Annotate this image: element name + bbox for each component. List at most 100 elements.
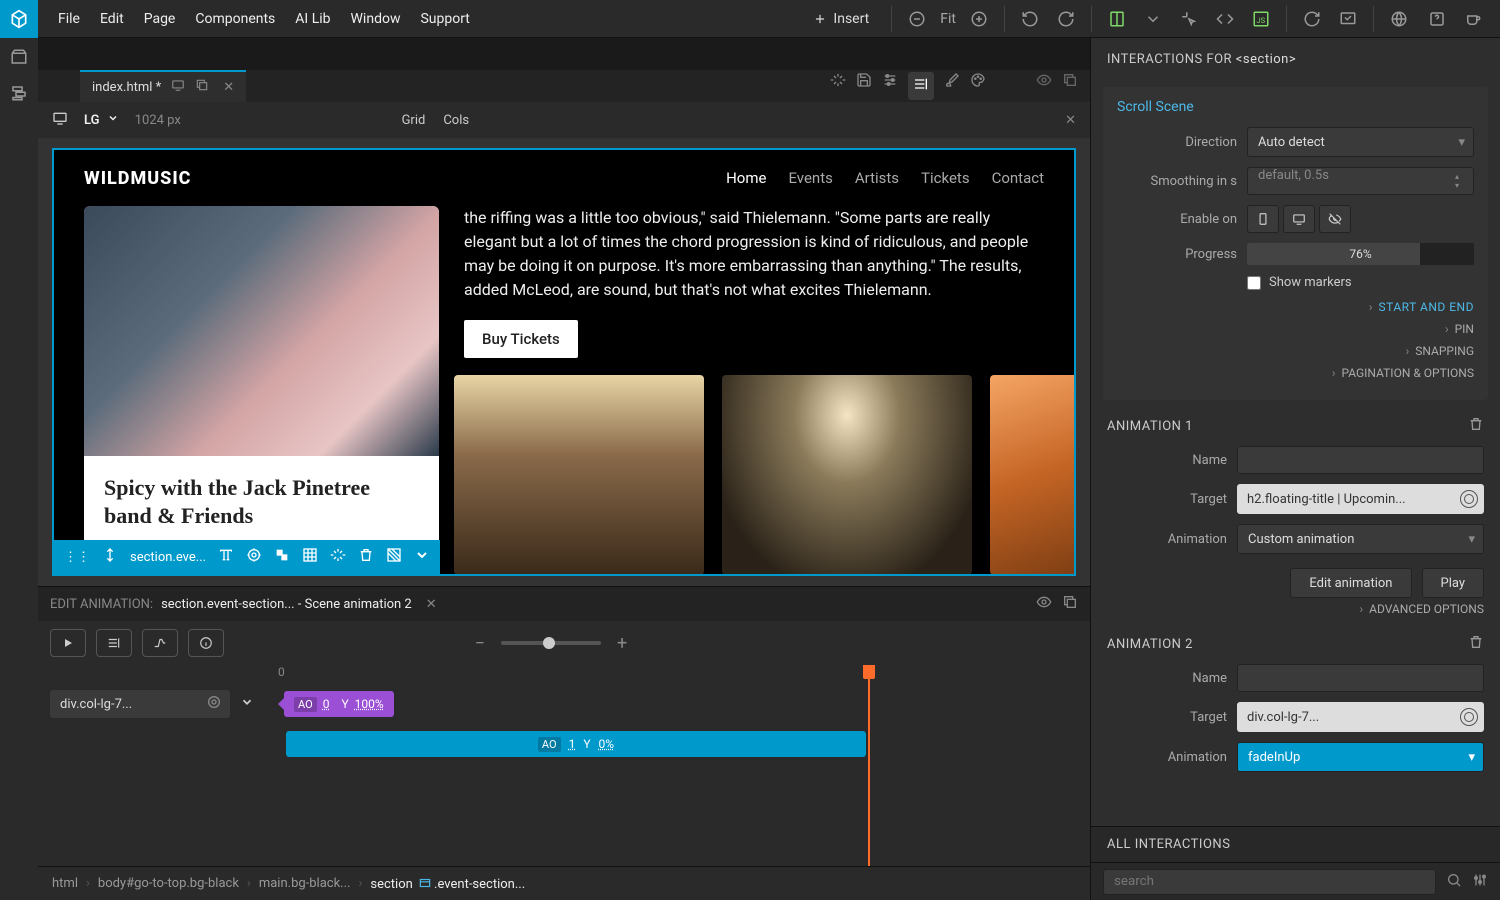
coffee-button[interactable] [1456,2,1490,36]
track-label[interactable]: div.col-lg-7... [50,690,230,718]
device-dropdown[interactable] [1136,2,1170,36]
tabrow-duplicate-icon[interactable] [1062,72,1078,100]
refresh-button[interactable] [1295,2,1329,36]
timeline[interactable]: 0 div.col-lg-7... AO 0 Y 100% [38,665,1090,866]
tabrow-sliders-icon[interactable] [882,72,898,100]
nav-events[interactable]: Events [788,169,832,187]
event-card[interactable]: Spicy with the Jack Pinetree band & Frie… [84,206,439,576]
redo-button[interactable] [1049,2,1083,36]
target-icon[interactable] [246,547,262,567]
anim1-animation-select[interactable]: Custom animation ▾ [1237,524,1484,554]
playhead[interactable] [868,665,870,866]
layers-icon[interactable] [10,84,28,106]
trash-icon[interactable] [358,547,374,567]
edit-animation-button[interactable]: Edit animation [1290,568,1411,598]
breakpoint-label[interactable]: LG [84,112,119,128]
nav-tickets[interactable]: Tickets [921,169,970,187]
fit-label[interactable]: Fit [936,11,960,27]
pattern-icon[interactable] [386,547,402,567]
scroll-scene-title[interactable]: Scroll Scene [1117,99,1474,115]
tabrow-palette-icon[interactable] [970,72,986,100]
smoothing-input[interactable]: default, 0.5s ▴▾ [1247,167,1474,195]
spark-icon[interactable] [330,547,346,567]
zoom-in-icon[interactable]: + [611,633,633,654]
thumb-2[interactable] [722,375,972,575]
menu-page[interactable]: Page [144,11,176,27]
tab-index[interactable]: index.html * ✕ [80,70,246,102]
anim1-trash-icon[interactable] [1468,416,1484,436]
tabrow-eye-icon[interactable] [1036,72,1052,100]
menu-support[interactable]: Support [420,11,469,27]
preview-button[interactable] [1331,2,1365,36]
tab-close-icon[interactable]: ✕ [223,80,234,95]
crumb-body[interactable]: body#go-to-top.bg-black [98,876,239,891]
zoom-slider[interactable] [501,641,601,645]
direction-select[interactable]: Auto detect ▾ [1247,127,1474,157]
enable-desktop-toggle[interactable] [1283,205,1315,233]
app-logo[interactable] [0,0,38,38]
easing-button[interactable] [142,629,178,657]
keyframe-span[interactable]: AO 1 Y 0% [286,731,866,757]
advanced-options-link[interactable]: ADVANCED OPTIONS [1369,602,1484,616]
buy-tickets-button[interactable]: Buy Tickets [464,320,578,358]
tab-device-icon[interactable] [171,78,185,96]
crumb-section[interactable]: section .event-section... [370,876,525,892]
tabrow-save-icon[interactable] [856,72,872,100]
keyframe-start[interactable]: AO 0 Y 100% [284,691,394,717]
zoom-out-icon[interactable]: − [469,633,491,654]
code-button[interactable] [1208,2,1242,36]
anim2-target-field[interactable]: div.col-lg-7... [1237,702,1484,732]
tab-clone-icon[interactable] [195,78,209,96]
js-button[interactable]: JS [1244,2,1278,36]
tabrow-timeline-icon[interactable] [908,72,934,100]
zoom-in-button[interactable] [962,2,996,36]
nav-home[interactable]: Home [726,169,766,187]
help-button[interactable] [1420,2,1454,36]
anim1-name-input[interactable] [1237,446,1484,474]
anim2-name-input[interactable] [1237,664,1484,692]
crumb-html[interactable]: html [52,876,78,891]
target-picker-icon[interactable] [1460,490,1478,508]
timeline-mode-button[interactable] [96,629,132,657]
more-icon[interactable] [414,547,430,567]
undo-button[interactable] [1013,2,1047,36]
editor-eye-icon[interactable] [1036,594,1052,614]
duplicate-icon[interactable] [274,547,290,567]
filter-icon[interactable] [1472,872,1488,892]
anim1-target-field[interactable]: h2.floating-title | Upcomin... [1237,484,1484,514]
click-tool-button[interactable] [1172,2,1206,36]
menu-edit[interactable]: Edit [100,11,124,27]
selected-tag[interactable]: section.eve... [130,550,206,565]
editor-popout-icon[interactable] [1062,594,1078,614]
snapping-link[interactable]: SNAPPING [1415,344,1474,358]
tabrow-spark-icon[interactable] [830,72,846,100]
insert-button[interactable]: Insert [799,11,883,27]
progress-bar[interactable]: 76% [1247,243,1474,265]
track-target-icon[interactable] [206,694,222,714]
play-button[interactable] [50,629,86,657]
menu-ailib[interactable]: AI Lib [295,11,330,27]
menu-window[interactable]: Window [351,11,401,27]
canvas-close-icon[interactable]: ✕ [1065,113,1076,128]
thumb-1[interactable] [454,375,704,575]
menu-file[interactable]: File [58,11,80,27]
pagination-link[interactable]: PAGINATION & OPTIONS [1341,366,1474,380]
device-button[interactable] [1100,2,1134,36]
nav-contact[interactable]: Contact [992,169,1044,187]
info-button[interactable] [188,629,224,657]
drag-handle-icon[interactable]: ⋮⋮ [64,550,90,565]
editor-close-icon[interactable]: ✕ [426,597,437,612]
cols-toggle[interactable]: Cols [443,113,469,128]
start-end-link[interactable]: START AND END [1379,300,1474,314]
enable-hidden-toggle[interactable] [1319,205,1351,233]
menu-components[interactable]: Components [195,11,275,27]
files-icon[interactable] [10,48,28,70]
anim2-animation-select[interactable]: fadeInUp ▾ [1237,742,1484,772]
all-interactions-header[interactable]: ALL INTERACTIONS [1091,827,1500,862]
search-input[interactable] [1103,869,1436,895]
thumb-3[interactable] [990,375,1074,575]
crumb-main[interactable]: main.bg-black... [259,876,351,891]
target-picker-icon[interactable] [1460,708,1478,726]
resize-icon[interactable] [102,547,118,567]
search-icon[interactable] [1446,872,1462,892]
